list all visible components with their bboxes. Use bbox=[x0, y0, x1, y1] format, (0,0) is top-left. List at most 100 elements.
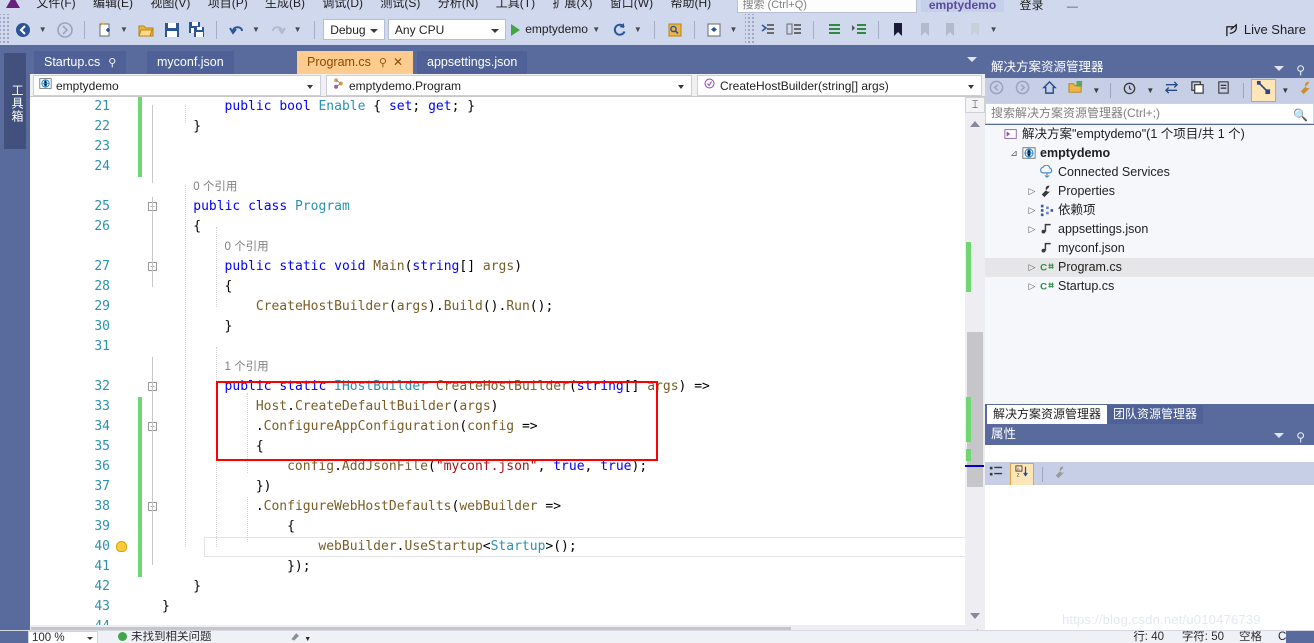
pin-icon[interactable]: ⚲ bbox=[379, 57, 387, 69]
code-line[interactable]: 36config.AddJsonFile("myconf.json", true… bbox=[30, 457, 965, 477]
navbar-type-select[interactable]: emptydemo.Program bbox=[326, 75, 692, 96]
code-line[interactable]: 38−.ConfigureWebHostDefaults(webBuilder … bbox=[30, 497, 965, 517]
menu-project[interactable]: 项目(P) bbox=[201, 0, 255, 10]
show-all-files-dropdown[interactable]: ▼ bbox=[1279, 78, 1291, 103]
code-line[interactable]: 24 bbox=[30, 157, 965, 177]
previous-bookmark-icon[interactable] bbox=[913, 14, 935, 45]
show-properties-icon[interactable] bbox=[1212, 78, 1235, 103]
code-line[interactable]: 35{ bbox=[30, 437, 965, 457]
redo-icon[interactable] bbox=[267, 14, 289, 45]
toolbar-grip[interactable] bbox=[0, 14, 9, 45]
home-icon[interactable] bbox=[1038, 78, 1061, 103]
publish-status-icon[interactable]: ▼ bbox=[290, 631, 311, 643]
open-file-icon[interactable] bbox=[135, 14, 157, 45]
history-dropdown[interactable]: ▼ bbox=[1144, 78, 1156, 103]
menu-file[interactable]: 文件(F) bbox=[29, 0, 82, 10]
save-icon[interactable] bbox=[161, 14, 183, 45]
menu-analyze[interactable]: 分析(N) bbox=[431, 0, 486, 10]
global-search-input[interactable]: 搜索 (Ctrl+Q) bbox=[737, 0, 917, 13]
menu-extensions[interactable]: 扩展(X) bbox=[545, 0, 599, 10]
navigate-back-icon[interactable] bbox=[12, 14, 34, 45]
redo-dropdown[interactable]: ▼ bbox=[293, 14, 306, 45]
editor-vertical-scrollbar[interactable]: ⌶ bbox=[965, 97, 985, 625]
solution-tree-item[interactable]: ▷CStartup.cs bbox=[985, 277, 1314, 296]
menu-test[interactable]: 测试(S) bbox=[373, 0, 427, 10]
solution-tree-item[interactable]: myconf.json bbox=[985, 239, 1314, 258]
tab-program-cs[interactable]: Program.cs⚲✕ bbox=[297, 51, 413, 74]
code-line[interactable]: 22} bbox=[30, 117, 965, 137]
toggle-bookmark-icon[interactable] bbox=[887, 14, 909, 45]
search-icon[interactable]: 🔍 bbox=[1293, 106, 1308, 125]
live-share-button[interactable]: Live Share bbox=[1225, 14, 1306, 45]
nav-back-icon[interactable] bbox=[985, 78, 1008, 103]
window-minimize-button[interactable]: — bbox=[1059, 1, 1086, 13]
history-icon[interactable] bbox=[1118, 78, 1141, 103]
hot-reload-dropdown[interactable]: ▼ bbox=[633, 14, 646, 45]
next-bookmark-icon[interactable] bbox=[938, 14, 960, 45]
decrease-indent-icon[interactable] bbox=[822, 14, 844, 45]
code-line[interactable]: 26{ bbox=[30, 217, 965, 237]
codelens-reference-count[interactable]: 0 个引用 bbox=[30, 237, 965, 257]
solution-tree-item[interactable]: Connected Services bbox=[985, 163, 1314, 182]
code-line[interactable]: 21public bool Enable { set; get; } bbox=[30, 97, 965, 117]
solution-tree-item[interactable]: ▷Properties bbox=[985, 182, 1314, 201]
new-project-icon[interactable] bbox=[94, 14, 116, 45]
solution-tree-item[interactable]: ▷CProgram.cs bbox=[985, 258, 1314, 277]
show-all-files-icon[interactable] bbox=[1251, 79, 1276, 102]
panel-tab-solution-explorer[interactable]: 解决方案资源管理器 bbox=[987, 405, 1107, 424]
clear-bookmarks-icon[interactable] bbox=[963, 14, 985, 45]
sync-icon[interactable] bbox=[1160, 78, 1183, 103]
scroll-down-arrow-icon[interactable] bbox=[970, 613, 980, 619]
toolbar-grip-2[interactable] bbox=[745, 14, 754, 45]
code-line[interactable]: 33Host.CreateDefaultBuilder(args) bbox=[30, 397, 965, 417]
tab-overflow-chevron-down-icon[interactable] bbox=[967, 57, 977, 62]
code-line[interactable]: 44 bbox=[30, 617, 965, 625]
code-line[interactable]: 43} bbox=[30, 597, 965, 617]
solution-configuration-select[interactable]: Debug bbox=[323, 19, 384, 40]
code-line[interactable]: 27−public static void Main(string[] args… bbox=[30, 257, 965, 277]
tab-startup-cs[interactable]: Startup.cs⚲ bbox=[34, 51, 126, 74]
solution-tree-item[interactable]: 解决方案"emptydemo"(1 个项目/共 1 个) bbox=[985, 125, 1314, 144]
code-line[interactable]: 28{ bbox=[30, 277, 965, 297]
menu-help[interactable]: 帮助(H) bbox=[663, 0, 718, 10]
navbar-member-select[interactable]: CreateHostBuilder(string[] args) bbox=[697, 75, 982, 96]
pin-icon[interactable]: ⚲ bbox=[108, 57, 116, 69]
properties-window-icon[interactable] bbox=[703, 14, 725, 45]
increase-indent-icon[interactable] bbox=[848, 14, 870, 45]
hot-reload-icon[interactable] bbox=[608, 14, 630, 45]
sign-in-button[interactable]: 登录 bbox=[1008, 0, 1056, 13]
pending-changes-dropdown[interactable]: ▼ bbox=[1090, 78, 1102, 103]
solution-explorer-tree[interactable]: 解决方案"emptydemo"(1 个项目/共 1 个)⊿emptydemoCo… bbox=[985, 125, 1314, 404]
code-line[interactable]: 29CreateHostBuilder(args).Build().Run(); bbox=[30, 297, 965, 317]
expand-chevron-icon[interactable]: ▷ bbox=[1027, 220, 1037, 239]
editor-splitter-handle[interactable]: ⌶ bbox=[965, 97, 985, 113]
code-line[interactable]: 31 bbox=[30, 337, 965, 357]
menu-view[interactable]: 视图(V) bbox=[143, 0, 197, 10]
properties-window-dropdown[interactable]: ▼ bbox=[729, 14, 742, 45]
properties-object-select[interactable] bbox=[985, 445, 1314, 462]
menu-edit[interactable]: 编辑(E) bbox=[86, 0, 140, 10]
close-icon[interactable]: ✕ bbox=[393, 55, 403, 69]
toolbox-vertical-tab[interactable]: 工具箱 bbox=[4, 53, 26, 149]
code-line[interactable]: 25−public class Program bbox=[30, 197, 965, 217]
expand-chevron-icon[interactable]: ▷ bbox=[1027, 201, 1037, 220]
solution-explorer-search-input[interactable]: 搜索解决方案资源管理器(Ctrl+;) 🔍 bbox=[985, 103, 1314, 124]
select-in-solution-explorer-icon[interactable] bbox=[664, 14, 686, 45]
code-surface[interactable]: 21public bool Enable { set; get; }22}232… bbox=[30, 97, 965, 625]
wrench-icon[interactable] bbox=[1295, 78, 1314, 103]
menu-debug[interactable]: 调试(D) bbox=[315, 0, 370, 10]
code-line[interactable]: 30} bbox=[30, 317, 965, 337]
pending-changes-icon[interactable] bbox=[1064, 78, 1087, 103]
undo-dropdown[interactable]: ▼ bbox=[251, 14, 264, 45]
properties-grid[interactable] bbox=[985, 485, 1314, 643]
expand-chevron-icon[interactable]: ▷ bbox=[1027, 277, 1037, 296]
menu-tools[interactable]: 工具(T) bbox=[489, 0, 542, 10]
code-editor[interactable]: 21public bool Enable { set; get; }22}232… bbox=[30, 97, 965, 625]
code-line[interactable]: 37}) bbox=[30, 477, 965, 497]
code-line[interactable]: 40webBuilder.UseStartup<Startup>(); bbox=[30, 537, 965, 557]
start-dropdown[interactable]: ▼ bbox=[591, 14, 604, 45]
collapse-all-icon[interactable] bbox=[1186, 78, 1209, 103]
zoom-level-select[interactable]: 100 % bbox=[28, 631, 98, 643]
navbar-project-select[interactable]: emptydemo bbox=[33, 75, 321, 96]
solution-tree-item[interactable]: ⊿emptydemo bbox=[985, 144, 1314, 163]
